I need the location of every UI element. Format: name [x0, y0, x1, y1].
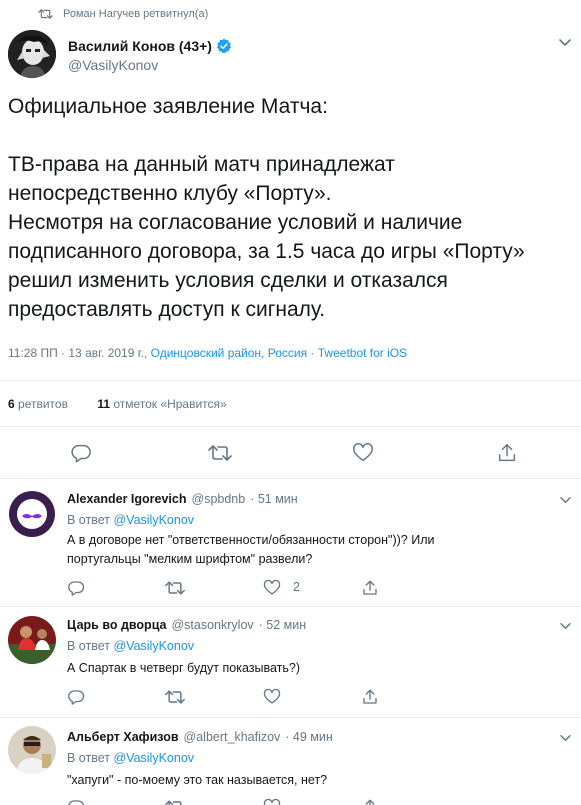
tweet-text: Официальное заявление Матча: ТВ-права на… [8, 92, 573, 324]
retweets-count: 6 [8, 397, 15, 411]
in-reply-handle[interactable]: @VasilyKonov [113, 751, 194, 765]
reply-text-line: португальцы "мелким шрифтом" развели? [67, 552, 313, 566]
retweets-label: ретвитов [18, 397, 68, 411]
avatar[interactable] [8, 490, 56, 538]
divider [0, 717, 581, 718]
reply-time[interactable]: · 51 мин [250, 492, 298, 506]
heart-icon[interactable] [263, 688, 281, 706]
meta-separator: · [310, 346, 315, 360]
in-reply-to: В ответ @VasilyKonov [67, 639, 194, 653]
reply-header: Царь во дворца @stasonkrylov · 52 мин [67, 618, 306, 632]
in-reply-to: В ответ @VasilyKonov [67, 751, 194, 765]
retweets-stat[interactable]: 6 ретвитов [8, 397, 68, 411]
likes-label: отметок «Нравится» [113, 397, 227, 411]
divider [0, 426, 581, 427]
retweet-context[interactable]: Роман Нагучев ретвитнул(а) [38, 8, 208, 20]
retweet-icon[interactable] [165, 688, 185, 706]
in-reply-handle[interactable]: @VasilyKonov [113, 639, 194, 653]
author-name[interactable]: Василий Конов (43+) [68, 38, 232, 54]
tweet-text-line: решил изменить условия сделки и отказалс… [8, 269, 448, 292]
reply-text-line: А в договоре нет "ответственности/обязан… [67, 533, 435, 547]
avatar[interactable] [8, 616, 56, 664]
in-reply-handle[interactable]: @VasilyKonov [113, 513, 194, 527]
reply-icon[interactable] [67, 798, 85, 805]
chevron-down-icon[interactable] [560, 496, 571, 505]
reply-header: Alexander Igorevich @spbdnb · 51 мин [67, 492, 298, 506]
chevron-down-icon[interactable] [560, 734, 571, 743]
reply-icon[interactable] [67, 579, 85, 597]
tweet-actions [0, 442, 581, 466]
reply-author-name[interactable]: Царь во дворца [67, 618, 166, 632]
chevron-down-icon[interactable] [559, 38, 571, 48]
reply-text: "хапуги" - по-моему это так называется, … [67, 771, 567, 790]
chevron-down-icon[interactable] [560, 622, 571, 631]
reply-text-line: "хапуги" - по-моему это так называется, … [67, 773, 328, 787]
reply-actions: 2 [67, 579, 567, 597]
tweet-text-line: предоставлять доступ к сигналу. [8, 298, 326, 321]
share-icon[interactable] [361, 579, 379, 597]
share-icon[interactable] [361, 798, 379, 805]
tweet-stats: 6 ретвитов 11 отметок «Нравится» [8, 397, 227, 411]
share-icon[interactable] [496, 442, 518, 464]
verified-badge-icon [216, 38, 232, 54]
retweet-context-text: Роман Нагучев ретвитнул(а) [63, 8, 209, 20]
reply-text: А в договоре нет "ответственности/обязан… [67, 531, 567, 569]
in-reply-prefix: В ответ [67, 639, 110, 653]
avatar[interactable] [8, 726, 56, 774]
tweet-location[interactable]: Одинцовский район, Россия [151, 346, 307, 360]
reply-icon[interactable] [67, 688, 85, 706]
in-reply-prefix: В ответ [67, 751, 110, 765]
divider [0, 478, 581, 479]
reply-time[interactable]: · 52 мин [259, 618, 307, 632]
divider [0, 606, 581, 607]
in-reply-prefix: В ответ [67, 513, 110, 527]
tweet-text-line: Несмотря на согласование условий и налич… [8, 211, 463, 234]
divider [0, 380, 581, 381]
in-reply-to: В ответ @VasilyKonov [67, 513, 194, 527]
reply-author-name[interactable]: Alexander Igorevich [67, 492, 187, 506]
reply-author-handle[interactable]: @albert_khafizov [184, 730, 281, 744]
tweet-timestamp[interactable]: 11:28 ПП · 13 авг. 2019 г., [8, 346, 147, 360]
heart-icon[interactable] [263, 579, 281, 597]
reply-actions [67, 688, 567, 706]
reply-actions [67, 798, 567, 805]
author-handle[interactable]: @VasilyKonov [68, 57, 158, 73]
tweet-text-line: Официальное заявление Матча: [8, 95, 328, 118]
tweet-text-line: ТВ-права на данный матч принадлежат [8, 153, 395, 176]
retweet-icon[interactable] [208, 442, 232, 464]
retweet-icon [38, 8, 53, 20]
tweet-source[interactable]: Tweetbot for iOS [318, 346, 407, 360]
heart-icon[interactable] [263, 798, 281, 805]
tweet-author: Василий Конов (43+) @VasilyKonov [8, 30, 573, 78]
retweet-icon[interactable] [165, 798, 183, 805]
share-icon[interactable] [361, 688, 379, 706]
retweet-icon[interactable] [165, 579, 185, 597]
reply-author-handle[interactable]: @spbdnb [192, 492, 246, 506]
reply-time[interactable]: · 49 мин [285, 730, 333, 744]
author-name-text: Василий Конов (43+) [68, 38, 212, 54]
tweet-text-line: непосредственно клубу «Порту». [8, 182, 332, 205]
likes-stat[interactable]: 11 отметок «Нравится» [97, 397, 226, 411]
reply-author-name[interactable]: Альберт Хафизов [67, 730, 179, 744]
reply-author-handle[interactable]: @stasonkrylov [171, 618, 253, 632]
reply-icon[interactable] [70, 442, 92, 464]
reply-text-line: А Спартак в четверг будут показывать?) [67, 661, 301, 675]
like-count: 2 [293, 580, 300, 594]
avatar[interactable] [8, 30, 56, 78]
reply-header: Альберт Хафизов @albert_khafizov · 49 ми… [67, 730, 333, 744]
likes-count: 11 [97, 397, 110, 411]
heart-icon[interactable] [352, 442, 374, 464]
tweet-text-line: подписанного договора, за 1.5 часа до иг… [8, 240, 525, 263]
tweet-meta: 11:28 ПП · 13 авг. 2019 г., Одинцовский … [8, 346, 407, 360]
reply-text: А Спартак в четверг будут показывать?) [67, 659, 567, 678]
